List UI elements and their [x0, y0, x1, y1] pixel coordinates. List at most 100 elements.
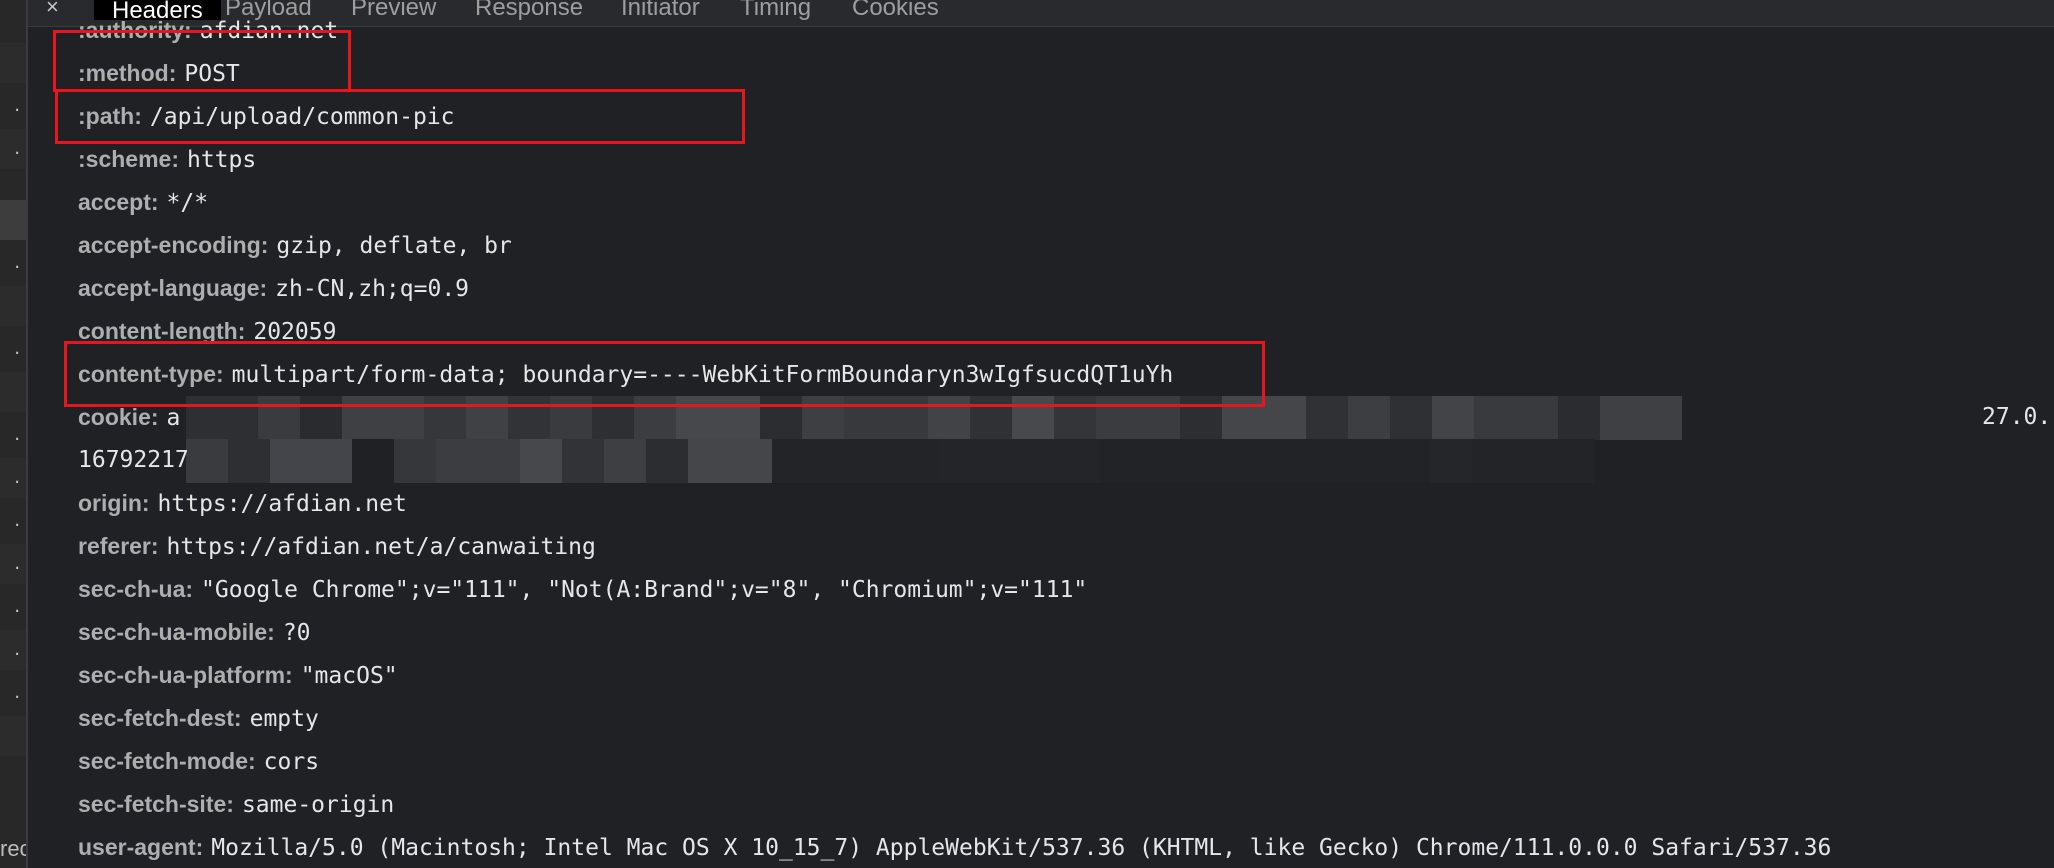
header-name: cookie: — [78, 404, 159, 430]
request-row[interactable]: . — [0, 544, 26, 584]
mosaic-tile — [1430, 439, 1472, 483]
request-row[interactable]: . — [0, 587, 26, 627]
header-row-sec-ch-ua-platform[interactable]: sec-ch-ua-platform: "macOS" — [78, 654, 398, 697]
annotation-box-path — [55, 89, 745, 144]
header-value: "macOS" — [300, 663, 398, 689]
mosaic-tile — [352, 439, 394, 483]
mosaic-tile — [1600, 396, 1682, 440]
header-name: :scheme: — [78, 146, 179, 172]
request-row[interactable]: . — [0, 415, 26, 455]
request-row[interactable] — [0, 43, 26, 83]
truncation-dot: . — [12, 556, 22, 574]
header-value: Mozilla/5.0 (Macintosh; Intel Mac OS X 1… — [211, 835, 1832, 861]
request-row[interactable]: . — [0, 630, 26, 670]
redacted-cookie-mosaic — [186, 396, 2054, 483]
header-row-origin[interactable]: origin: https://afdian.net — [78, 482, 407, 525]
truncation-dot: . — [12, 141, 22, 159]
header-name: user-agent: — [78, 834, 204, 860]
header-name: sec-fetch-mode: — [78, 748, 256, 774]
mosaic-tile — [1558, 396, 1600, 440]
mosaic-tile — [1390, 396, 1432, 440]
mosaic-tile — [270, 439, 352, 483]
request-row-selected[interactable] — [0, 200, 26, 240]
header-row-sec-fetch-site[interactable]: sec-fetch-site: same-origin — [78, 783, 394, 826]
header-row-sec-ch-ua[interactable]: sec-ch-ua: "Google Chrome";v="111", "Not(… — [78, 568, 1087, 611]
tab-cookies[interactable]: Cookies — [852, 0, 939, 22]
cookie-value-tail: 27.0. — [1982, 404, 2052, 430]
header-name: sec-fetch-dest: — [78, 705, 242, 731]
header-row-accept-language[interactable]: accept-language: zh-CN,zh;q=0.9 — [78, 267, 469, 310]
header-name: accept: — [78, 189, 159, 215]
request-row[interactable]: . — [0, 329, 26, 369]
header-row-sec-fetch-mode[interactable]: sec-fetch-mode: cors — [78, 740, 319, 783]
header-value: empty — [249, 706, 319, 732]
truncation-dot: . — [12, 255, 22, 273]
truncation-dot: . — [12, 642, 22, 660]
header-value: https — [186, 147, 257, 173]
annotation-box-content-type — [64, 341, 1265, 407]
status-bar-text: rec — [0, 836, 26, 861]
truncation-dot: . — [12, 599, 22, 617]
mosaic-tile — [1348, 396, 1390, 440]
header-name: sec-ch-ua-platform: — [78, 662, 293, 688]
request-row[interactable] — [0, 759, 26, 799]
tab-response[interactable]: Response — [475, 0, 583, 22]
request-row[interactable]: . — [0, 673, 26, 713]
mosaic-tile — [940, 439, 1100, 483]
header-name: sec-ch-ua-mobile: — [78, 619, 275, 645]
truncation-dot: . — [12, 685, 22, 703]
cookie-value-line2: 16792217 — [78, 447, 189, 473]
header-row-accept[interactable]: accept: */* — [78, 181, 208, 224]
annotation-box-method — [53, 30, 351, 92]
header-value: a — [166, 405, 181, 431]
header-row-referer[interactable]: referer: https://afdian.net/a/canwaiting — [78, 525, 596, 568]
close-icon[interactable]: × — [46, 0, 59, 20]
header-name: accept-language: — [78, 275, 268, 301]
mosaic-tile — [688, 439, 772, 483]
mosaic-tile — [646, 439, 688, 483]
header-row-sec-fetch-dest[interactable]: sec-fetch-dest: empty — [78, 697, 319, 740]
devtools-network-headers: . . . . . . . . . . . rec × Headers Payl… — [0, 0, 2054, 868]
mosaic-tile — [1432, 396, 1474, 440]
header-value: */* — [166, 190, 209, 216]
mosaic-tile — [772, 439, 940, 483]
header-value: https://afdian.net/a/canwaiting — [166, 534, 596, 560]
request-row[interactable]: . — [0, 129, 26, 169]
header-value: same-origin — [241, 792, 395, 818]
header-value: cors — [263, 749, 320, 775]
header-row-cookie[interactable]: cookie: a 27.0. 16792217 — [78, 396, 2054, 483]
request-row[interactable] — [0, 372, 26, 412]
header-row-user-agent[interactable]: user-agent: Mozilla/5.0 (Macintosh; Intel… — [78, 826, 1831, 868]
header-value: "Google Chrome";v="111", "Not(A:Brand";v… — [201, 577, 1088, 603]
truncation-dot: . — [12, 427, 22, 445]
request-row[interactable]: . — [0, 501, 26, 541]
request-row[interactable] — [0, 0, 26, 40]
request-row[interactable]: . — [0, 243, 26, 283]
request-row[interactable]: . — [0, 86, 26, 126]
request-row[interactable] — [0, 716, 26, 756]
mosaic-tile — [228, 439, 270, 483]
header-row-sec-ch-ua-mobile[interactable]: sec-ch-ua-mobile: ?0 — [78, 611, 311, 654]
request-list-panel[interactable]: . . . . . . . . . . . rec — [0, 0, 28, 868]
mosaic-tile — [394, 439, 436, 483]
header-name: referer: — [78, 533, 159, 559]
mosaic-tile — [1472, 439, 1594, 483]
request-row[interactable] — [0, 286, 26, 326]
truncation-dot: . — [12, 341, 22, 359]
tab-preview[interactable]: Preview — [351, 0, 436, 22]
header-value: zh-CN,zh;q=0.9 — [275, 276, 470, 302]
mosaic-tile — [1100, 439, 1430, 483]
truncation-dot: . — [12, 513, 22, 531]
mosaic-tile — [520, 439, 562, 483]
header-row-accept-encoding[interactable]: accept-encoding: gzip, deflate, br — [78, 224, 512, 267]
mosaic-tile — [562, 439, 604, 483]
request-row[interactable]: . — [0, 458, 26, 498]
header-value: https://afdian.net — [157, 491, 407, 517]
mosaic-tile — [186, 439, 228, 483]
header-row-scheme[interactable]: :scheme: https — [78, 138, 256, 181]
tab-initiator[interactable]: Initiator — [621, 0, 700, 22]
header-name: sec-ch-ua: — [78, 576, 194, 602]
mosaic-tile — [1474, 396, 1558, 440]
mosaic-tile — [436, 439, 520, 483]
tab-timing[interactable]: Timing — [740, 0, 811, 22]
